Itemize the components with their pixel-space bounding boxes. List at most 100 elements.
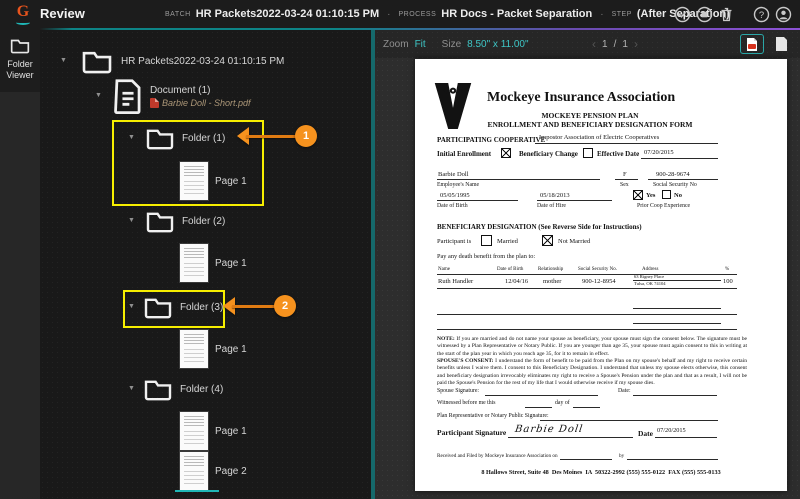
- size-value[interactable]: 8.50" x 11.00": [467, 39, 528, 50]
- page-label: Page 1: [215, 257, 247, 269]
- page-view-button[interactable]: [772, 34, 790, 54]
- batch-tree-panel: HR Packets2022-03-24 01:10:15 PM Documen…: [40, 30, 371, 499]
- viewer-canvas[interactable]: Mockeye Insurance Association MOCKEYE PE…: [375, 58, 800, 499]
- user-account-icon[interactable]: [775, 6, 792, 23]
- beneficiary-heading: BENEFICIARY DESIGNATION (See Reverse Sid…: [437, 223, 642, 231]
- logo-letter: G: [16, 3, 30, 20]
- svg-text:?: ?: [759, 10, 764, 21]
- participant-date-value: 07/20/2015: [657, 427, 686, 434]
- folder-viewer-label-line1: Folder: [7, 59, 33, 69]
- not-married-label: Not Married: [558, 238, 591, 245]
- tree-node-page[interactable]: Page 1: [180, 412, 247, 450]
- grooper-logo[interactable]: G: [12, 3, 34, 25]
- prior-label: Prior Coop Experience: [637, 203, 691, 209]
- callout-annotation-2: 2: [223, 295, 298, 317]
- page-total: 1: [622, 38, 628, 50]
- note-paragraph: NOTE: If you are married and do not name…: [437, 336, 747, 358]
- page-thumbnail[interactable]: [180, 330, 208, 368]
- received-label: Received and Filed by Mockeye Insurance …: [437, 453, 558, 459]
- spouse-date-label: Date:: [618, 388, 631, 394]
- page-label: Page 2: [215, 465, 247, 477]
- beneficiary-ssn: 900-12-8954: [582, 278, 616, 285]
- not-married-checkbox: [542, 235, 553, 246]
- consent-label: SPOUSE'S CONSENT:: [437, 358, 494, 364]
- consent-paragraph: SPOUSE'S CONSENT: I understand the form …: [437, 358, 747, 388]
- zoom-fit-button[interactable]: Fit: [415, 39, 426, 50]
- page-label: Page 1: [215, 343, 247, 355]
- dob-label: Date of Birth: [437, 203, 468, 209]
- participant-signature-label: Participant Signature: [437, 428, 507, 437]
- sex-value: F: [623, 171, 627, 178]
- tree-node-folder-4[interactable]: Folder (4): [128, 377, 223, 401]
- form-company-title: Mockeye Insurance Association: [487, 90, 676, 105]
- coop-label: PARTICIPATING COOPERATIVE: [437, 136, 546, 144]
- beneficiary-change-label: Beneficiary Change: [519, 150, 578, 158]
- tree-node-page[interactable]: Page 2: [180, 452, 247, 490]
- form-footer-address: 8 Hallows Street, Suite 48 Des Moines IA…: [481, 469, 721, 476]
- top-bar-actions: ?: [674, 0, 792, 28]
- beneficiary-dob: 12/04/16: [505, 278, 529, 285]
- batch-breadcrumb: BATCH HR Packets2022-03-24 01:10:15 PM ·…: [165, 0, 730, 28]
- document-viewer-panel: Zoom Fit Size 8.50" x 11.00" 1 / 1: [375, 30, 800, 499]
- day-of-label: day of: [555, 400, 570, 406]
- beneficiary-percent: 100: [723, 278, 733, 285]
- expand-caret-icon[interactable]: [95, 91, 102, 101]
- document-page: Mockeye Insurance Association MOCKEYE PE…: [415, 59, 787, 491]
- col-dob: Date of Birth: [497, 267, 524, 272]
- previous-page-icon[interactable]: [592, 37, 596, 51]
- highlight-box-2: [123, 290, 225, 328]
- left-sidebar: Folder Viewer: [0, 30, 40, 499]
- expand-caret-icon[interactable]: [128, 216, 135, 226]
- help-icon[interactable]: ?: [753, 6, 770, 23]
- page-thumbnail[interactable]: [180, 412, 208, 450]
- top-bar: G Review BATCH HR Packets2022-03-24 01:1…: [0, 0, 800, 28]
- viewer-toolbar: Zoom Fit Size 8.50" x 11.00" 1 / 1: [375, 30, 800, 58]
- col-name: Name: [438, 267, 450, 272]
- sidebar-item-folder-viewer[interactable]: Folder Viewer: [0, 30, 40, 92]
- tree-node-folder-2[interactable]: Folder (2): [128, 209, 225, 233]
- page-navigation: 1 / 1: [560, 30, 670, 58]
- beneficiary-change-checkbox: [583, 148, 593, 158]
- root-label: HR Packets2022-03-24 01:10:15 PM: [120, 55, 285, 67]
- expand-caret-icon[interactable]: [128, 384, 135, 394]
- participant-is-label: Participant is: [437, 238, 472, 245]
- logo-arc: [16, 20, 30, 25]
- pdf-view-button[interactable]: [740, 34, 764, 54]
- folder-icon: [144, 380, 172, 401]
- note-label: NOTE:: [437, 336, 455, 342]
- process-value: HR Docs - Packet Separation: [441, 8, 593, 20]
- initial-enrollment-checkbox: [501, 148, 511, 158]
- initial-enrollment-label: Initial Enrollment: [437, 150, 492, 158]
- delete-icon[interactable]: [718, 6, 735, 23]
- tree-node-page[interactable]: Page 1: [180, 330, 247, 368]
- page-thumbnail[interactable]: [180, 452, 208, 490]
- prior-no-checkbox: [662, 190, 671, 199]
- page-separator: /: [613, 38, 617, 50]
- callout-number-badge: 1: [295, 125, 317, 147]
- beneficiary-name: Ruth Handler: [438, 278, 474, 285]
- hire-label: Date of Hire: [537, 203, 566, 209]
- folder-icon: [146, 212, 174, 233]
- tree-node-page[interactable]: Page 1: [180, 244, 247, 282]
- callout-annotation-1: 1: [237, 125, 319, 147]
- form-title: ENROLLMENT AND BENEFICIARY DESIGNATION F…: [487, 120, 693, 129]
- col-relationship: Relationship: [538, 267, 564, 272]
- separator-dot: ·: [387, 8, 391, 20]
- spouse-signature-label: Spouse Signature:: [437, 388, 480, 394]
- size-label: Size: [441, 38, 462, 50]
- review-app-window: G Review BATCH HR Packets2022-03-24 01:1…: [0, 0, 800, 499]
- page-thumbnail[interactable]: [180, 244, 208, 282]
- pdf-icon: [747, 37, 757, 51]
- expand-caret-icon[interactable]: [60, 56, 67, 66]
- employee-name-value: Barbie Doll: [438, 171, 469, 178]
- callout-number-badge: 2: [274, 295, 296, 317]
- effective-date-value: 07/20/2015: [644, 149, 674, 156]
- document-label: Document (1): [149, 84, 211, 96]
- next-page-icon[interactable]: [634, 37, 638, 51]
- stop-task-icon[interactable]: [696, 6, 713, 23]
- folder-label: Folder (2): [181, 215, 226, 227]
- tree-node-root[interactable]: HR Packets2022-03-24 01:10:15 PM: [60, 48, 284, 74]
- mockeye-logo: [434, 82, 472, 130]
- complete-task-icon[interactable]: [674, 6, 691, 23]
- tree-node-document[interactable]: Document (1) Barbie Doll - Short.pdf: [95, 78, 250, 114]
